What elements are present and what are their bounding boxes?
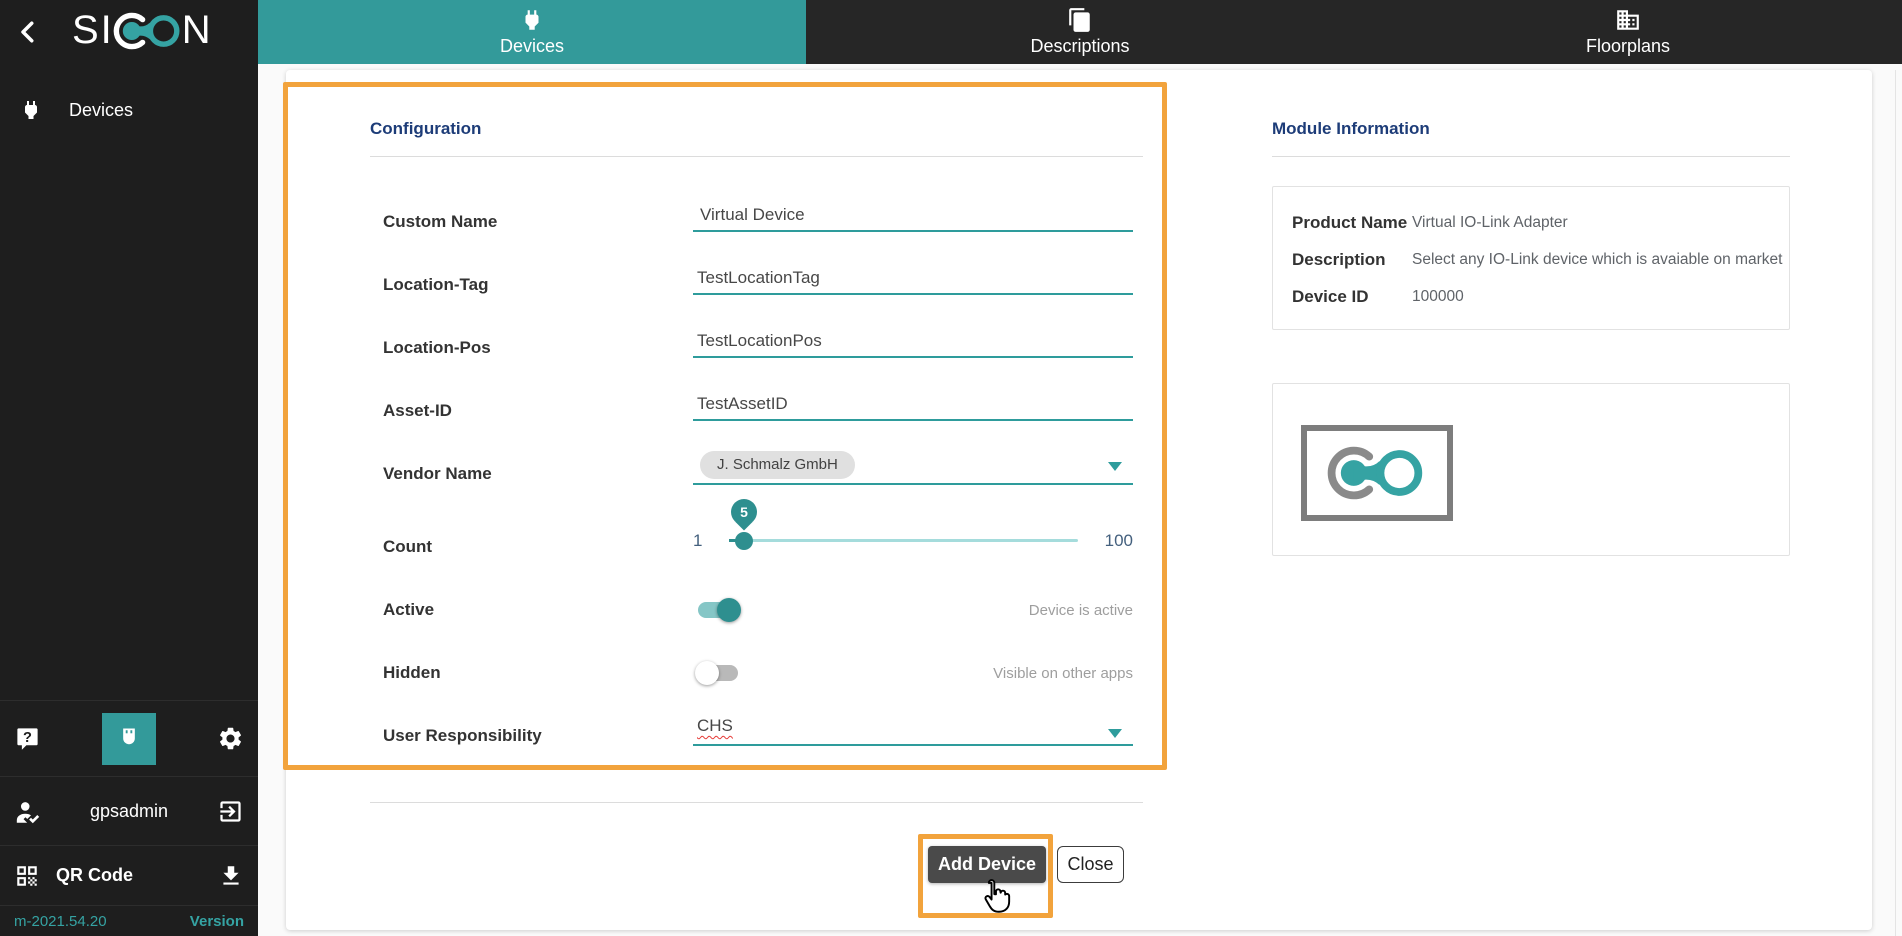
asset-id-label: Asset-ID: [383, 401, 452, 421]
count-label: Count: [383, 537, 432, 557]
input-underline: [693, 293, 1133, 295]
input-underline: [693, 419, 1133, 421]
tabbar: Devices Descriptions Floorplans: [258, 0, 1902, 64]
location-tag-label: Location-Tag: [383, 275, 488, 295]
device-id-label: Device ID: [1292, 287, 1369, 307]
person-check-icon: [14, 798, 41, 825]
custom-name-label: Custom Name: [383, 212, 497, 232]
back-icon[interactable]: [12, 16, 44, 48]
version-label: Version: [190, 913, 244, 930]
device-id-value: 100000: [1412, 288, 1464, 306]
input-underline: [693, 744, 1133, 746]
hidden-label: Hidden: [383, 663, 441, 683]
divider: [370, 802, 1143, 803]
description-label: Description: [1292, 250, 1386, 270]
version-value: m-2021.54.20: [14, 913, 107, 930]
brand-logo: SI N: [72, 8, 213, 53]
sidebar-footer-icons: ?: [0, 700, 258, 776]
add-device-button[interactable]: Add Device: [928, 846, 1046, 883]
slider-min-label: 1: [693, 531, 702, 551]
usb-device-icon: [115, 725, 143, 753]
product-name-label: Product Name: [1292, 213, 1407, 233]
user-responsibility-select[interactable]: CHS: [697, 716, 733, 736]
user-responsibility-dropdown-arrow-icon[interactable]: [1108, 729, 1122, 738]
sidebar-item-label: Devices: [69, 100, 133, 121]
input-underline: [693, 230, 1133, 232]
brand-co-icon: [112, 9, 184, 53]
count-slider-track[interactable]: [729, 539, 1078, 542]
tab-devices[interactable]: Devices: [258, 0, 806, 64]
divider: [1272, 156, 1790, 157]
active-toggle[interactable]: [695, 597, 741, 623]
hidden-toggle[interactable]: [695, 660, 741, 686]
app-root: SI N Devices ?: [0, 0, 1902, 936]
building-icon: [1615, 7, 1641, 33]
location-tag-input[interactable]: TestLocationTag: [697, 268, 820, 288]
device-image: [1301, 425, 1453, 521]
description-value: Select any IO-Link device which is avaia…: [1412, 251, 1782, 269]
vendor-name-label: Vendor Name: [383, 464, 492, 484]
configuration-title: Configuration: [370, 119, 481, 139]
tab-label: Devices: [500, 36, 564, 57]
toggle-knob: [695, 661, 719, 685]
help-icon[interactable]: ?: [14, 725, 41, 752]
user-row: gpsadmin: [0, 776, 258, 845]
logout-icon[interactable]: [217, 798, 244, 825]
asset-id-input[interactable]: TestAssetID: [697, 394, 788, 414]
gear-icon[interactable]: [217, 725, 244, 752]
close-button[interactable]: Close: [1057, 846, 1124, 883]
vendor-chip[interactable]: J. Schmalz GmbH: [700, 451, 855, 479]
qr-code-label: QR Code: [56, 865, 218, 886]
device-image-card: [1272, 383, 1790, 556]
product-name-value: Virtual IO-Link Adapter: [1412, 214, 1568, 232]
slider-max-label: 100: [1100, 531, 1133, 551]
download-icon[interactable]: [218, 863, 244, 889]
brand-text-suffix: N: [182, 8, 213, 53]
tab-label: Descriptions: [1030, 36, 1129, 57]
scrollbar-track: [1895, 70, 1896, 936]
qr-row: QR Code: [0, 845, 258, 905]
active-hint: Device is active: [933, 602, 1133, 619]
vendor-dropdown-arrow-icon[interactable]: [1108, 462, 1122, 471]
location-pos-label: Location-Pos: [383, 338, 491, 358]
username-label: gpsadmin: [41, 801, 217, 822]
plug-icon: [19, 98, 43, 122]
location-pos-input[interactable]: TestLocationPos: [697, 331, 822, 351]
tab-descriptions[interactable]: Descriptions: [806, 0, 1354, 64]
tab-floorplans[interactable]: Floorplans: [1354, 0, 1902, 64]
sidebar-header: SI N: [0, 0, 258, 64]
input-underline: [693, 356, 1133, 358]
divider: [370, 156, 1143, 157]
sidebar-active-tool-devices[interactable]: [102, 713, 156, 765]
sidebar-item-devices[interactable]: Devices: [0, 88, 258, 132]
version-row: m-2021.54.20 Version: [0, 905, 258, 936]
slider-value-balloon: 5: [731, 499, 757, 525]
toggle-knob: [717, 598, 741, 622]
plug-icon: [519, 7, 545, 33]
documents-icon: [1067, 7, 1093, 33]
module-info-card: Product Name Virtual IO-Link Adapter Des…: [1272, 186, 1790, 330]
svg-text:?: ?: [23, 730, 32, 746]
custom-name-input[interactable]: Virtual Device: [700, 205, 805, 225]
co-logo-icon: [1322, 442, 1432, 504]
module-information-title: Module Information: [1272, 119, 1430, 139]
sidebar-footer: ?: [0, 700, 258, 936]
qr-code-icon: [14, 863, 40, 889]
tab-label: Floorplans: [1586, 36, 1670, 57]
input-underline: [693, 483, 1133, 485]
hidden-hint: Visible on other apps: [933, 665, 1133, 682]
sidebar: SI N Devices ?: [0, 0, 258, 936]
brand-text-prefix: SI: [72, 8, 114, 53]
user-responsibility-label: User Responsibility: [383, 726, 542, 746]
count-slider-thumb[interactable]: [735, 532, 753, 550]
active-label: Active: [383, 600, 434, 620]
